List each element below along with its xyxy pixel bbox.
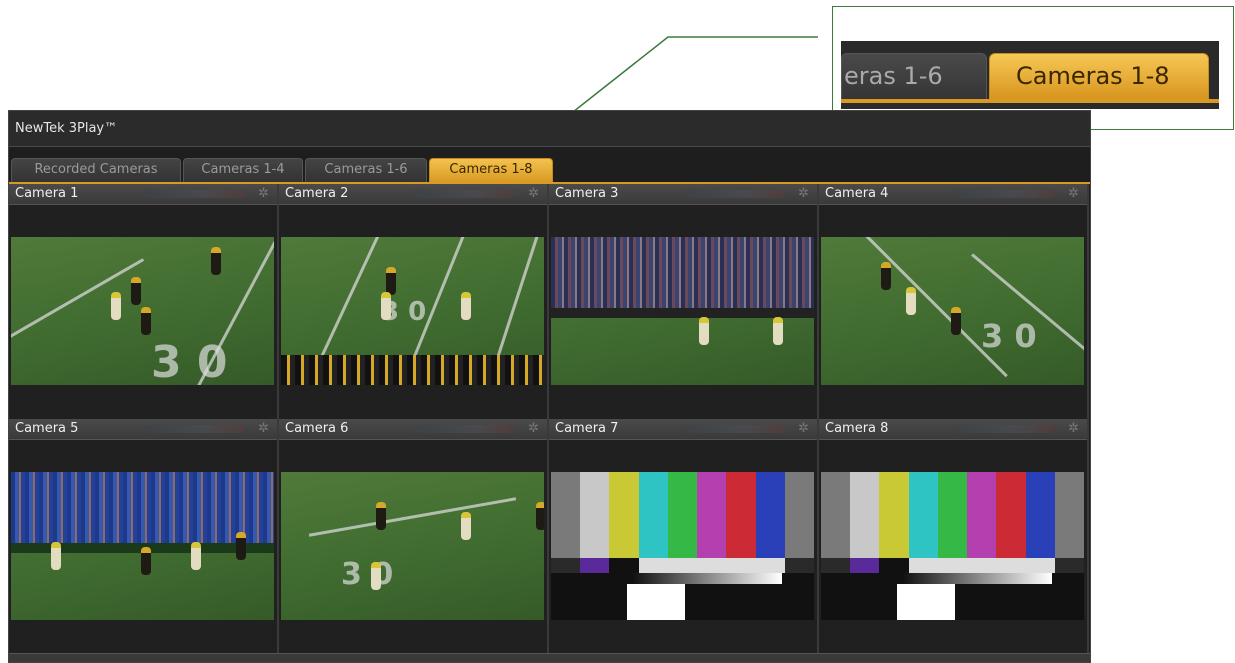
audio-meter — [414, 425, 514, 433]
camera-header: Camera 7 ✲ — [549, 419, 817, 440]
camera-name: Camera 6 — [285, 421, 349, 436]
camera-header: Camera 2 ✲ — [279, 184, 547, 205]
gear-icon[interactable]: ✲ — [528, 421, 539, 436]
video-preview[interactable] — [821, 472, 1084, 620]
video-preview[interactable]: 3 0 — [281, 237, 544, 385]
audio-meter — [684, 425, 784, 433]
gear-icon[interactable]: ✲ — [798, 186, 809, 201]
camera-name: Camera 3 — [555, 186, 619, 201]
tab-label: Cameras 1-6 — [324, 162, 408, 177]
audio-meter — [954, 190, 1054, 198]
camera-cell[interactable]: Camera 2 ✲ 3 0 — [279, 184, 549, 419]
gear-icon[interactable]: ✲ — [1068, 421, 1079, 436]
video-preview[interactable] — [11, 472, 274, 620]
tab-cameras-1-4[interactable]: Cameras 1-4 — [183, 158, 303, 182]
camera-cell[interactable]: Camera 4 ✲ 3 0 — [819, 184, 1089, 419]
camera-name: Camera 7 — [555, 421, 619, 436]
crowd-area — [11, 472, 274, 544]
color-bars-image — [821, 472, 1084, 620]
app-window: NewTek 3Play™ Recorded Cameras Cameras 1… — [8, 110, 1091, 663]
tab-label: Cameras 1-4 — [201, 162, 285, 177]
camera-header: Camera 4 ✲ — [819, 184, 1087, 205]
camera-cell[interactable]: Camera 5 ✲ — [9, 419, 279, 654]
gear-icon[interactable]: ✲ — [1068, 186, 1079, 201]
stadium-wide-image — [11, 472, 274, 620]
camera-name: Camera 8 — [825, 421, 889, 436]
bottom-bar — [9, 653, 1090, 662]
audio-meter — [144, 190, 244, 198]
camera-cell[interactable]: Camera 1 ✲ 3 0 — [9, 184, 279, 419]
tab-cameras-1-8[interactable]: Cameras 1-8 — [429, 158, 553, 182]
camera-cell[interactable]: Camera 6 ✲ 3 0 — [279, 419, 549, 654]
video-preview[interactable] — [551, 237, 814, 385]
audio-meter — [684, 190, 784, 198]
zoom-tab-underline — [841, 99, 1219, 103]
camera-header: Camera 1 ✲ — [9, 184, 277, 205]
stadium-wide-image — [551, 237, 814, 385]
zoom-tab-cameras-1-6: eras 1-6 — [841, 53, 987, 99]
football-field-image: 3 0 — [11, 237, 274, 385]
camera-grid: Camera 1 ✲ 3 0 Camera 2 ✲ 3 0 Camera 3 ✲… — [9, 184, 1090, 654]
camera-name: Camera 4 — [825, 186, 889, 201]
video-preview[interactable]: 3 0 — [821, 237, 1084, 385]
gear-icon[interactable]: ✲ — [258, 421, 269, 436]
camera-header: Camera 3 ✲ — [549, 184, 817, 205]
title-bar: NewTek 3Play™ — [9, 111, 1090, 147]
football-field-image: 3 0 — [281, 237, 544, 385]
crowd-area — [551, 237, 814, 309]
zoom-tab-label: eras 1-6 — [844, 62, 943, 90]
camera-name: Camera 5 — [15, 421, 79, 436]
gear-icon[interactable]: ✲ — [798, 421, 809, 436]
gear-icon[interactable]: ✲ — [528, 186, 539, 201]
audio-meter — [144, 425, 244, 433]
camera-name: Camera 1 — [15, 186, 79, 201]
tab-recorded-cameras[interactable]: Recorded Cameras — [11, 158, 181, 182]
tab-label: Recorded Cameras — [34, 162, 158, 177]
tab-label: Cameras 1-8 — [449, 162, 533, 177]
camera-cell[interactable]: Camera 8 ✲ — [819, 419, 1089, 654]
camera-header: Camera 8 ✲ — [819, 419, 1087, 440]
video-preview[interactable] — [551, 472, 814, 620]
football-field-image: 3 0 — [821, 237, 1084, 385]
app-title: NewTek 3Play™ — [15, 121, 118, 136]
camera-header: Camera 6 ✲ — [279, 419, 547, 440]
color-bars-image — [551, 472, 814, 620]
zoom-tab-cameras-1-8: Cameras 1-8 — [989, 53, 1209, 99]
audio-meter — [954, 425, 1054, 433]
video-preview[interactable]: 3 0 — [281, 472, 544, 620]
football-field-image: 3 0 — [281, 472, 544, 620]
camera-name: Camera 2 — [285, 186, 349, 201]
tab-cameras-1-6[interactable]: Cameras 1-6 — [305, 158, 427, 182]
video-preview[interactable]: 3 0 — [11, 237, 274, 385]
gear-icon[interactable]: ✲ — [258, 186, 269, 201]
zoom-tab-label: Cameras 1-8 — [1016, 62, 1170, 90]
camera-cell[interactable]: Camera 7 ✲ — [549, 419, 819, 654]
zoom-callout-tabstrip: eras 1-6 Cameras 1-8 — [841, 41, 1219, 109]
camera-header: Camera 5 ✲ — [9, 419, 277, 440]
audio-meter — [414, 190, 514, 198]
camera-cell[interactable]: Camera 3 ✲ — [549, 184, 819, 419]
